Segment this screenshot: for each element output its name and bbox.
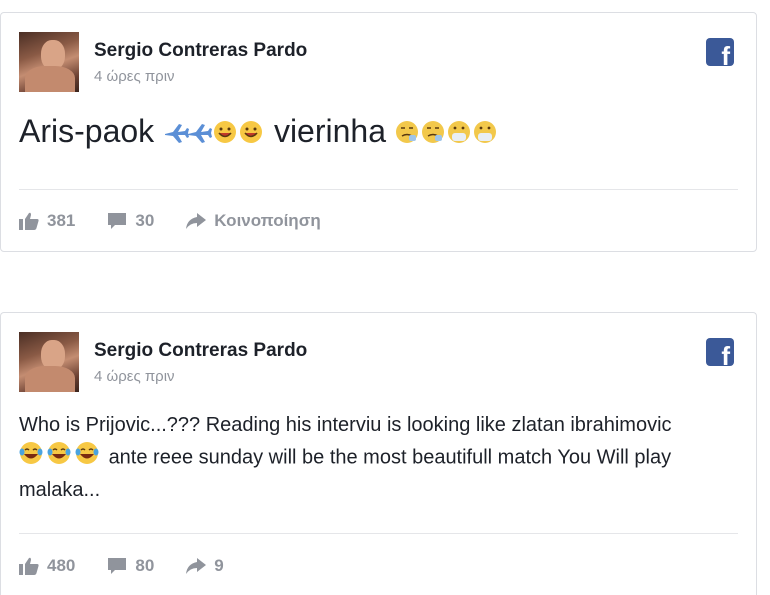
author-name[interactable]: Sergio Contreras Pardo	[94, 40, 307, 62]
post-time[interactable]: 4 ώρες πριν	[94, 368, 175, 385]
laughing-tears-icon	[19, 441, 103, 475]
comment-button[interactable]: 30	[107, 211, 154, 231]
like-icon	[19, 557, 39, 575]
share-icon	[186, 558, 207, 574]
like-button[interactable]: 381	[19, 211, 75, 231]
share-count: 9	[214, 556, 224, 575]
like-button[interactable]: 480	[19, 556, 75, 576]
comment-icon	[108, 558, 127, 574]
post-card-2: Sergio Contreras Pardo 4 ώρες πριν f Who…	[0, 312, 757, 595]
share-label: Κοινοποίηση	[214, 211, 321, 230]
share-icon	[186, 213, 207, 229]
like-count: 480	[47, 556, 76, 575]
comment-button[interactable]: 80	[107, 556, 154, 576]
post-text: Aris-paok vierinha	[19, 113, 505, 152]
like-icon	[19, 212, 39, 230]
post-actions: 480 80 9	[19, 556, 256, 576]
airplane-icon	[163, 115, 213, 152]
post-actions: 381 30 Κοινοποίηση	[19, 211, 353, 231]
share-button[interactable]: Κοινοποίηση	[186, 211, 321, 231]
post-text-line-1: Who is Prijovic...??? Reading his interv…	[19, 414, 672, 436]
post-time[interactable]: 4 ώρες πριν	[94, 68, 175, 85]
post-text: Who is Prijovic...??? Reading his interv…	[19, 410, 739, 506]
post-text-line-2: ante reee sunday will be the most beauti…	[19, 441, 739, 475]
author-avatar[interactable]	[19, 32, 79, 92]
divider	[19, 533, 738, 534]
like-count: 381	[47, 211, 76, 230]
share-button[interactable]: 9	[186, 556, 224, 576]
divider	[19, 189, 738, 190]
comment-count: 30	[135, 211, 155, 230]
post-text-part-2: vierinha	[273, 113, 386, 149]
facebook-icon[interactable]: f	[706, 38, 734, 66]
post-text-part-1: Aris-paok	[19, 113, 155, 149]
smile-icon	[213, 115, 265, 152]
sick-face-icon	[395, 115, 505, 152]
comment-count: 80	[135, 556, 155, 575]
post-card-1: Sergio Contreras Pardo 4 ώρες πριν f Ari…	[0, 12, 757, 252]
post-text-line-3: malaka...	[19, 479, 101, 501]
post-text-line-2-text: ante reee sunday will be the most beauti…	[108, 446, 672, 469]
facebook-icon[interactable]: f	[706, 338, 734, 366]
comment-icon	[108, 213, 127, 229]
author-avatar[interactable]	[19, 332, 79, 392]
author-name[interactable]: Sergio Contreras Pardo	[94, 340, 307, 362]
